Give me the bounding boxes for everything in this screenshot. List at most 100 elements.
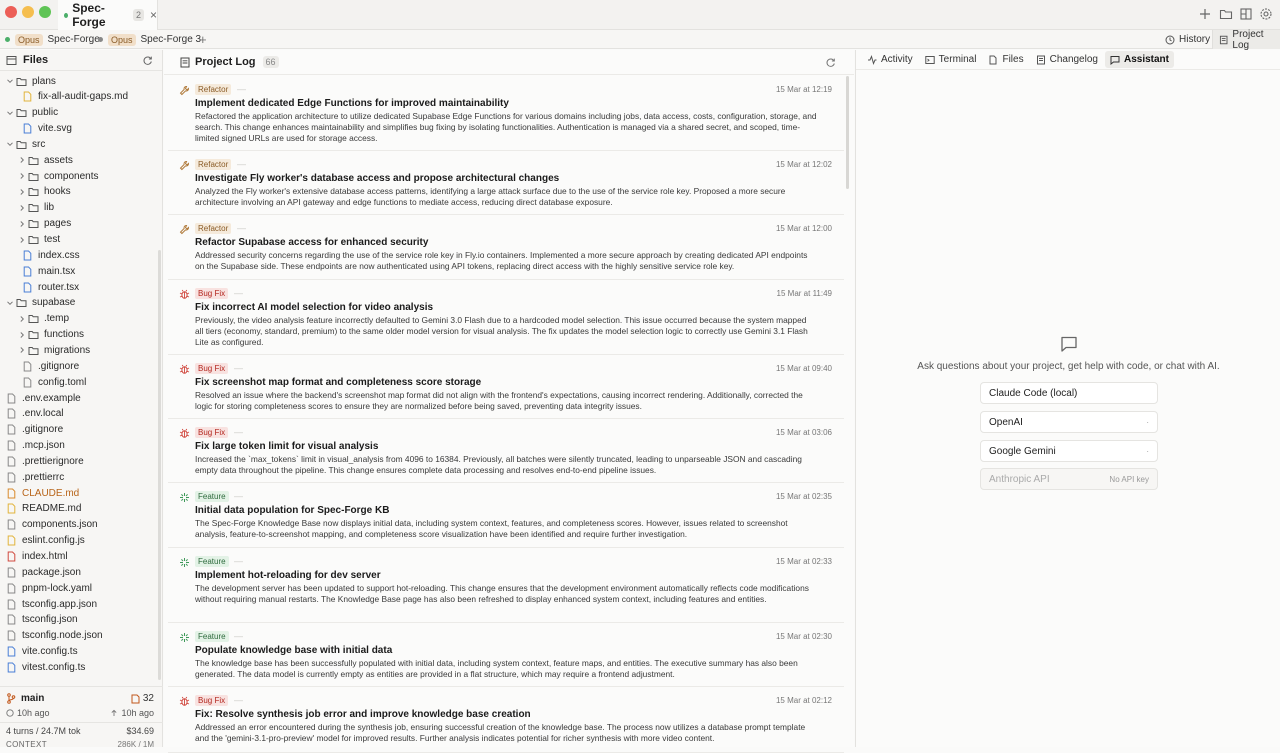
tree-file[interactable]: package.json bbox=[6, 564, 81, 580]
tree-folder[interactable]: plans bbox=[6, 73, 56, 89]
history-button[interactable]: History bbox=[1165, 30, 1210, 49]
log-entry[interactable]: Refactor — 15 Mar at 12:19 Implement dedica… bbox=[168, 76, 844, 151]
tree-file[interactable]: .mcp.json bbox=[6, 438, 65, 454]
tree-folder[interactable]: functions bbox=[18, 327, 84, 343]
tree-folder[interactable]: assets bbox=[18, 152, 73, 168]
tab-label: Assistant bbox=[1123, 54, 1169, 65]
chevron-down-icon[interactable] bbox=[6, 77, 16, 85]
provider-openai[interactable]: OpenAI · bbox=[980, 411, 1158, 433]
branch-indicator[interactable]: main bbox=[6, 693, 44, 704]
log-entry[interactable]: Feature — 15 Mar at 02:35 Initial data popu… bbox=[168, 483, 844, 548]
chevron-right-icon[interactable] bbox=[18, 236, 28, 244]
tree-item-label: pnpm-lock.yaml bbox=[22, 582, 93, 594]
add-session-button[interactable]: + bbox=[199, 30, 207, 49]
tree-file[interactable]: .gitignore bbox=[6, 422, 63, 438]
tree-folder[interactable]: supabase bbox=[6, 295, 75, 311]
tree-item-label: pages bbox=[44, 218, 72, 230]
refresh-icon[interactable] bbox=[825, 57, 836, 68]
tree-file[interactable]: .prettierrc bbox=[6, 469, 64, 485]
log-entry[interactable]: Refactor — 15 Mar at 12:02 Investigate Fly … bbox=[168, 151, 844, 215]
tree-item-label: functions bbox=[44, 329, 85, 341]
tree-file[interactable]: index.html bbox=[6, 549, 68, 565]
file-icon bbox=[7, 599, 16, 610]
tree-file[interactable]: tsconfig.app.json bbox=[6, 596, 97, 612]
tree-folder[interactable]: src bbox=[6, 136, 45, 152]
provider-claude-code[interactable]: Claude Code (local) bbox=[980, 382, 1158, 404]
tree-file[interactable]: .gitignore bbox=[22, 358, 79, 374]
chevron-down-icon[interactable] bbox=[6, 109, 16, 117]
tree-folder[interactable]: hooks bbox=[18, 184, 71, 200]
tab-label: Terminal bbox=[938, 54, 977, 65]
tree-folder[interactable]: pages bbox=[18, 216, 71, 232]
log-entry[interactable]: Bug Fix — 15 Mar at 02:12 Fix: Resolve synt… bbox=[168, 687, 844, 753]
changes-count[interactable]: 32 bbox=[131, 693, 154, 704]
tab-activity[interactable]: Activity bbox=[862, 51, 918, 68]
refresh-icon[interactable] bbox=[142, 55, 153, 66]
log-entry[interactable]: Bug Fix — 15 Mar at 11:49 Fix incorrect AI … bbox=[168, 280, 844, 355]
log-entry[interactable]: Bug Fix — 15 Mar at 03:06 Fix large token l… bbox=[168, 419, 844, 483]
tree-folder[interactable]: test bbox=[18, 232, 60, 248]
tab-assistant[interactable]: Assistant bbox=[1104, 51, 1174, 68]
tab-terminal[interactable]: Terminal bbox=[920, 51, 982, 68]
tree-folder[interactable]: migrations bbox=[18, 342, 90, 358]
gear-icon[interactable] bbox=[1259, 7, 1273, 21]
tree-folder[interactable]: lib bbox=[18, 200, 54, 216]
tree-folder[interactable]: public bbox=[6, 105, 58, 121]
tree-file[interactable]: pnpm-lock.yaml bbox=[6, 580, 92, 596]
chevron-right-icon[interactable] bbox=[18, 204, 28, 212]
folder-open-icon[interactable] bbox=[1219, 7, 1233, 21]
tree-file[interactable]: .prettierignore bbox=[6, 453, 84, 469]
chevron-down-icon[interactable] bbox=[6, 140, 16, 148]
maximize-window-button[interactable] bbox=[39, 6, 51, 18]
tab-close-icon[interactable]: × bbox=[150, 8, 157, 22]
log-entry[interactable]: Feature — 15 Mar at 02:33 Implement hot-rel… bbox=[168, 548, 844, 623]
log-entry[interactable]: Refactor — 15 Mar at 12:00 Refactor Supabas… bbox=[168, 215, 844, 280]
session-tab-1[interactable]: Opus Spec-Forge bbox=[5, 30, 100, 49]
plus-icon[interactable] bbox=[1198, 7, 1212, 21]
tree-file[interactable]: vite.svg bbox=[22, 121, 72, 137]
tree-file[interactable]: main.tsx bbox=[22, 263, 75, 279]
minimize-window-button[interactable] bbox=[22, 6, 34, 18]
session-tab-2[interactable]: Opus Spec-Forge 3 bbox=[98, 30, 201, 49]
project-log-button[interactable]: Project Log bbox=[1212, 29, 1280, 51]
tree-file[interactable]: router.tsx bbox=[22, 279, 79, 295]
log-entry[interactable]: Feature — 15 Mar at 02:30 Populate knowledg… bbox=[168, 623, 844, 687]
chevron-down-icon[interactable] bbox=[6, 299, 16, 307]
tab-changelog[interactable]: Changelog bbox=[1031, 51, 1103, 68]
chevron-right-icon[interactable] bbox=[18, 315, 28, 323]
sidebar-scrollbar[interactable] bbox=[158, 250, 161, 680]
tree-file[interactable]: tsconfig.json bbox=[6, 612, 78, 628]
chevron-right-icon[interactable] bbox=[18, 220, 28, 228]
title-bar: Spec-Forge 2 × bbox=[0, 0, 1280, 30]
tree-file[interactable]: .env.example bbox=[6, 390, 81, 406]
tree-file[interactable]: index.css bbox=[22, 247, 80, 263]
entry-separator: — bbox=[234, 631, 243, 641]
chevron-right-icon[interactable] bbox=[18, 188, 28, 196]
tree-file[interactable]: vitest.config.ts bbox=[6, 659, 85, 675]
tab-files[interactable]: Files bbox=[983, 51, 1028, 68]
layout-icon[interactable] bbox=[1239, 7, 1253, 21]
provider-google-gemini[interactable]: Google Gemini · bbox=[980, 440, 1158, 462]
tree-file[interactable]: components.json bbox=[6, 517, 98, 533]
file-icon bbox=[7, 630, 16, 641]
tab-spec-forge[interactable]: Spec-Forge 2 × bbox=[58, 0, 158, 30]
close-window-button[interactable] bbox=[5, 6, 17, 18]
tree-file[interactable]: eslint.config.js bbox=[6, 533, 85, 549]
tree-file[interactable]: config.toml bbox=[22, 374, 86, 390]
chevron-right-icon[interactable] bbox=[18, 346, 28, 354]
tree-file[interactable]: tsconfig.node.json bbox=[6, 628, 103, 644]
tree-folder[interactable]: components bbox=[18, 168, 98, 184]
tree-folder[interactable]: .temp bbox=[18, 311, 69, 327]
tree-file[interactable]: CLAUDE.md bbox=[6, 485, 79, 501]
log-entry[interactable]: Bug Fix — 15 Mar at 09:40 Fix screenshot ma… bbox=[168, 355, 844, 419]
tree-file[interactable]: fix-all-audit-gaps.md bbox=[22, 89, 128, 105]
chevron-right-icon[interactable] bbox=[18, 172, 28, 180]
entry-description: Resolved an issue where the backend's sc… bbox=[195, 390, 803, 411]
tree-file[interactable]: .env.local bbox=[6, 406, 64, 422]
tree-file[interactable]: vite.config.ts bbox=[6, 644, 78, 660]
chevron-right-icon[interactable] bbox=[18, 331, 28, 339]
provider-name: Claude Code (local) bbox=[989, 387, 1078, 399]
chevron-right-icon[interactable] bbox=[18, 156, 28, 164]
tree-file[interactable]: README.md bbox=[6, 501, 81, 517]
log-scrollbar[interactable] bbox=[846, 76, 849, 189]
